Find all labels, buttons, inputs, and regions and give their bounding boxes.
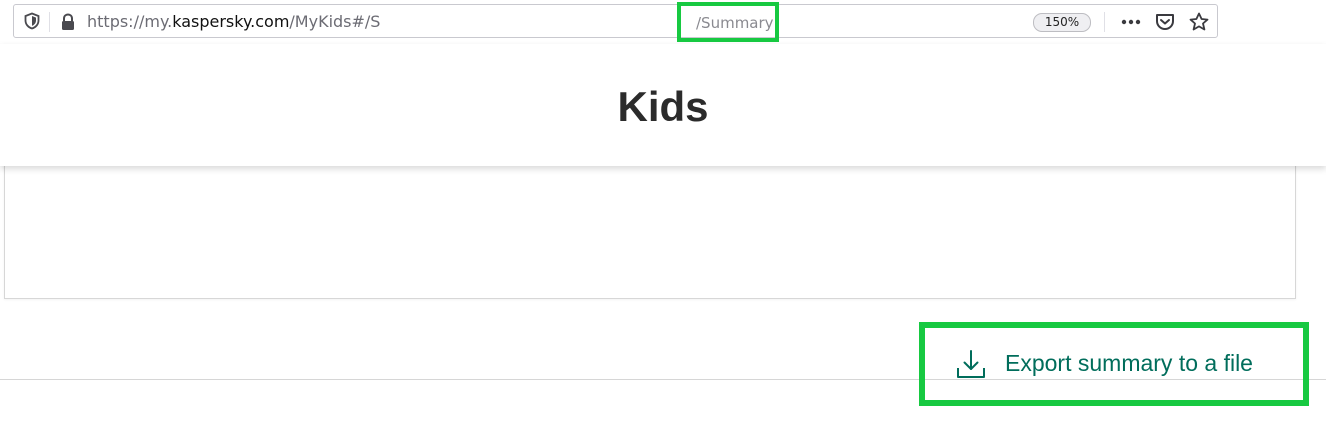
toolbar-separator [49, 12, 50, 32]
more-actions-icon[interactable] [1118, 12, 1144, 32]
shield-icon[interactable] [23, 12, 41, 30]
url-text[interactable]: https://my.kaspersky.com/MyKids#/S [87, 12, 380, 31]
url-host: kaspersky.com [172, 12, 290, 31]
address-bar[interactable]: https://my.kaspersky.com/MyKids#/S /Summ… [13, 4, 1218, 38]
toolbar-separator [1104, 12, 1105, 32]
url-highlight-box [677, 2, 779, 42]
url-path: /MyKids#/S [289, 12, 381, 31]
export-highlight-box [919, 322, 1309, 406]
bookmark-star-icon[interactable] [1188, 11, 1210, 33]
zoom-indicator[interactable]: 150% [1033, 13, 1091, 32]
pocket-icon[interactable] [1154, 11, 1176, 33]
lock-icon[interactable] [60, 13, 76, 31]
page-title: Kids [617, 83, 709, 130]
url-prefix: https://my. [87, 12, 173, 31]
